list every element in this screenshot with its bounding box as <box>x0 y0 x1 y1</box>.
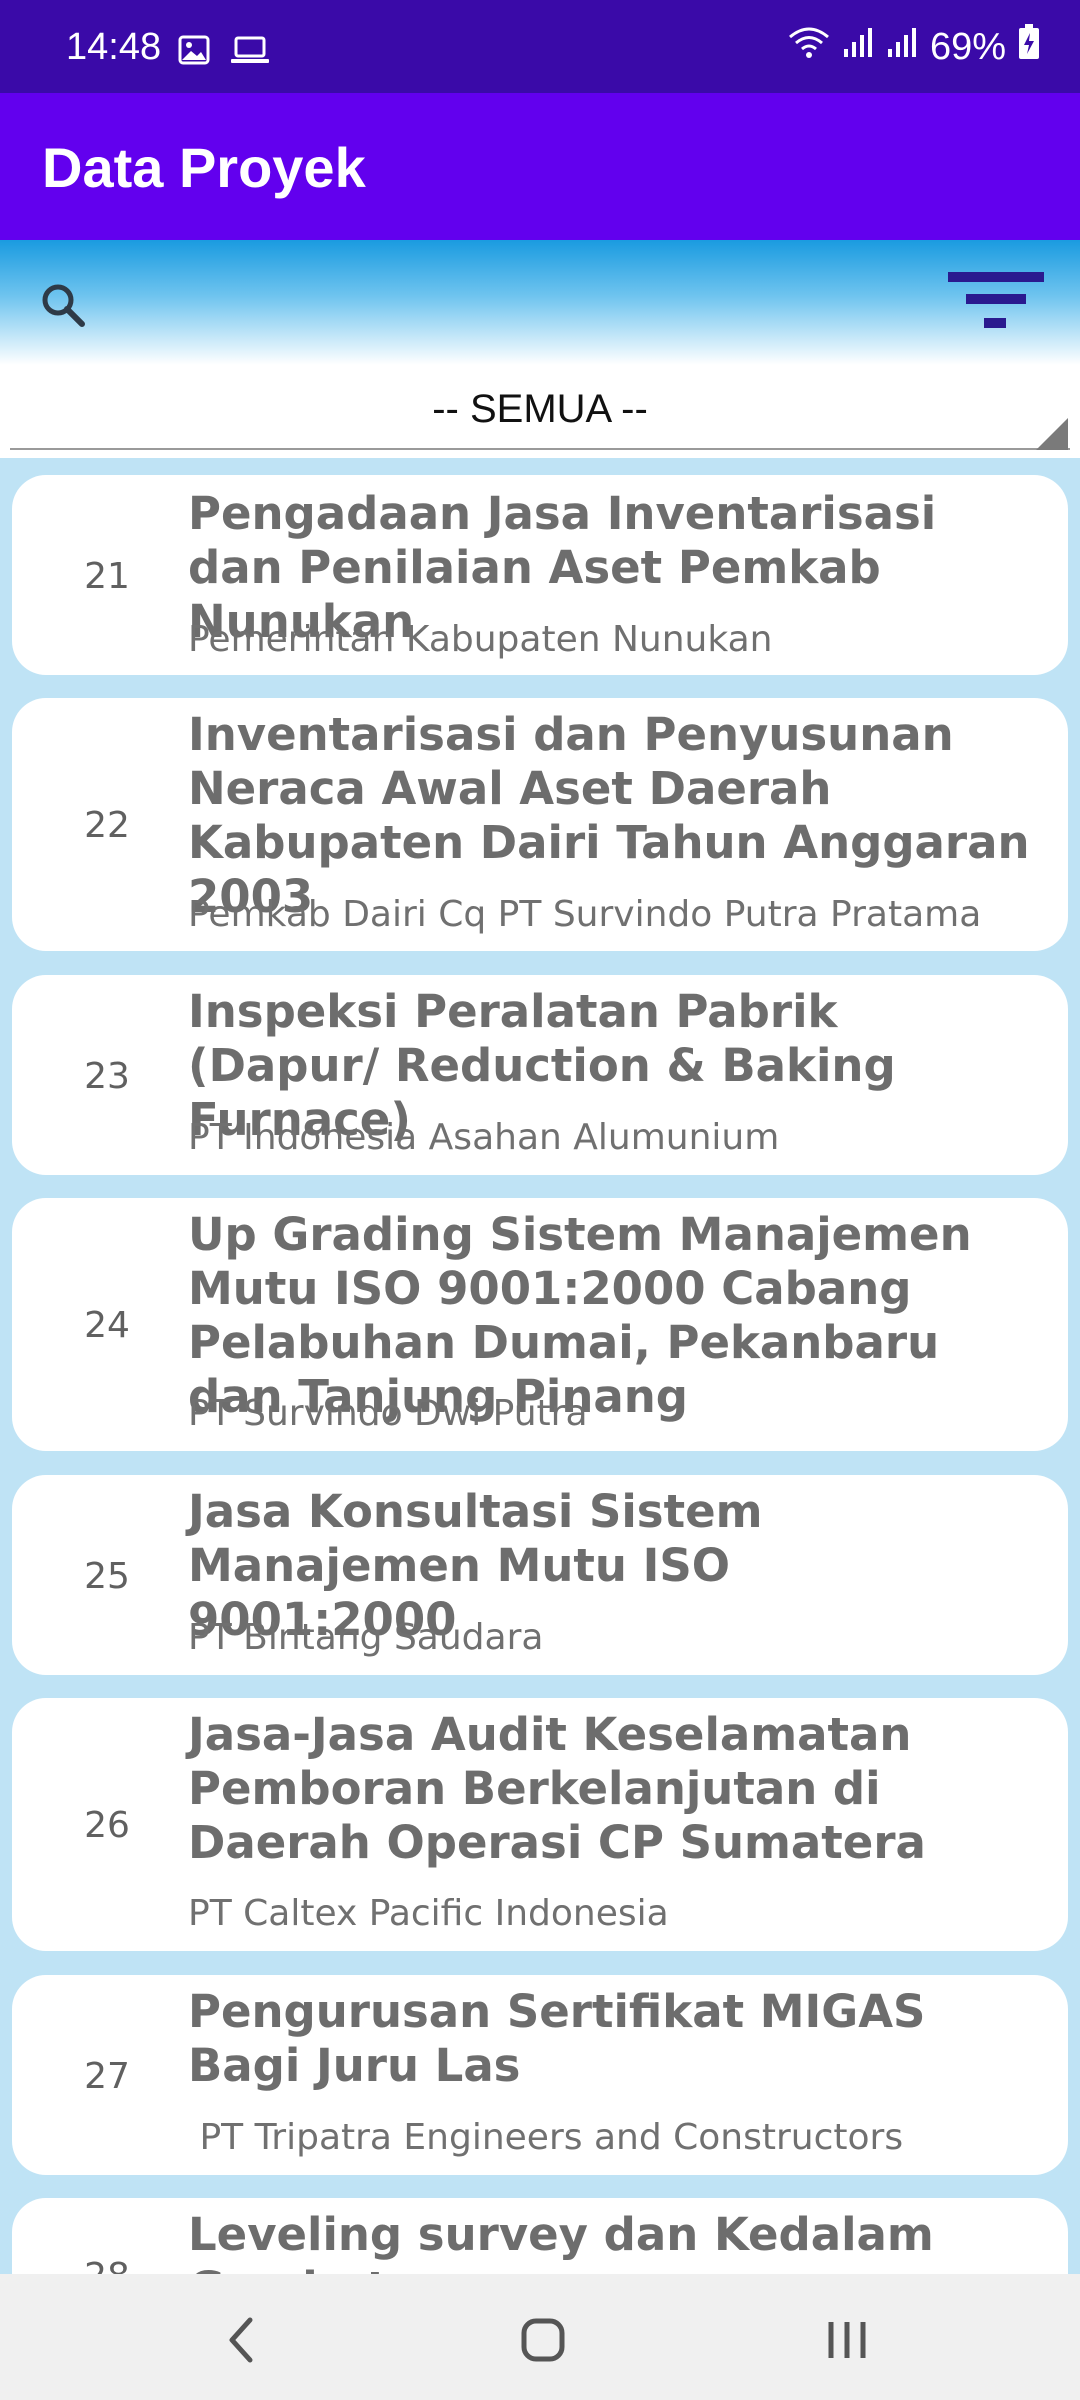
project-card[interactable]: 25 Jasa Konsultasi Sistem Manajemen Mutu… <box>12 1475 1068 1675</box>
project-card[interactable]: 27 Pengurusan Sertifikat MIGAS Bagi Juru… <box>12 1975 1068 2175</box>
filter-button[interactable] <box>944 266 1048 338</box>
project-title: Pengurusan Sertifikat MIGAS Bagi Juru La… <box>188 1985 926 2092</box>
dropdown-underline <box>10 448 1070 450</box>
system-nav-bar <box>0 2274 1080 2400</box>
project-number: 22 <box>84 805 130 846</box>
dropdown-selected-value: -- SEMUA -- <box>432 387 648 431</box>
nav-home-icon <box>503 2318 583 2374</box>
app-bar: Data Proyek <box>0 93 1080 240</box>
signal-icon-1 <box>842 25 874 69</box>
project-number: 24 <box>84 1305 130 1346</box>
project-client: Pemkab Dairi Cq PT Survindo Putra Pratam… <box>188 894 982 935</box>
project-card[interactable]: 26 Jasa-Jasa Audit Keselamatan Pemboran … <box>12 1698 1068 1951</box>
project-title: Up Grading Sistem Manajemen Mutu ISO 900… <box>188 1208 972 1423</box>
project-number: 27 <box>84 2056 130 2097</box>
project-client: Pemerintah Kabupaten Nunukan <box>188 619 773 660</box>
page-title: Data Proyek <box>42 136 366 199</box>
search-icon <box>34 284 94 340</box>
nav-back-icon <box>202 2317 282 2374</box>
project-client: PT Indonesia Asahan Alumunium <box>188 1117 780 1158</box>
project-number: 23 <box>84 1056 130 1097</box>
status-time: 14:48 <box>66 26 162 68</box>
search-button[interactable] <box>34 276 94 336</box>
wifi-icon <box>788 25 830 69</box>
project-client: PT Survindo Dwi Putra <box>188 1393 588 1434</box>
project-card[interactable]: 21 Pengadaan Jasa Inventarisasi dan Peni… <box>12 475 1068 675</box>
nav-recents-icon <box>807 2322 887 2374</box>
nav-back-button[interactable] <box>202 2310 282 2370</box>
dropdown-arrow-icon <box>1036 418 1068 450</box>
filter-icon <box>944 272 1048 342</box>
project-client: PT Bintang Saudara <box>188 1617 544 1658</box>
project-number: 28 <box>12 2256 202 2274</box>
project-title: Jasa-Jasa Audit Keselamatan Pemboran Ber… <box>188 1708 926 1869</box>
nav-home-button[interactable] <box>503 2310 583 2370</box>
project-card[interactable]: 23 Inspeksi Peralatan Pabrik (Dapur/ Red… <box>12 975 1068 1175</box>
project-list[interactable]: 21 Pengadaan Jasa Inventarisasi dan Peni… <box>0 470 1080 2274</box>
category-dropdown[interactable]: -- SEMUA -- <box>0 365 1080 458</box>
laptop-icon <box>230 34 270 70</box>
project-card[interactable]: 24 Up Grading Sistem Manajemen Mutu ISO … <box>12 1198 1068 1451</box>
battery-charging-icon <box>1018 24 1040 70</box>
status-notification-icons <box>178 34 270 70</box>
project-title: Leveling survey dan Kedalam Gambut <box>188 2208 934 2274</box>
battery-percent: 69% <box>929 25 1006 68</box>
nav-recents-button[interactable] <box>807 2310 887 2370</box>
project-number: 25 <box>84 1556 130 1597</box>
project-number: 21 <box>84 556 130 597</box>
project-card[interactable]: 28 Leveling survey dan Kedalam Gambut <box>12 2198 1068 2274</box>
project-client: PT Tripatra Engineers and Constructors <box>188 2117 904 2158</box>
status-system-icons: 69% <box>788 24 1040 70</box>
project-title: Inventarisasi dan Penyusunan Neraca Awal… <box>188 708 1030 923</box>
search-toolbar <box>0 240 1080 365</box>
status-bar: 14:48 69% <box>0 0 1080 93</box>
signal-icon-2 <box>886 25 918 69</box>
project-client: PT Caltex Pacific Indonesia <box>188 1893 669 1934</box>
gallery-icon <box>178 34 210 70</box>
project-number: 26 <box>84 1805 130 1846</box>
project-card[interactable]: 22 Inventarisasi dan Penyusunan Neraca A… <box>12 698 1068 951</box>
